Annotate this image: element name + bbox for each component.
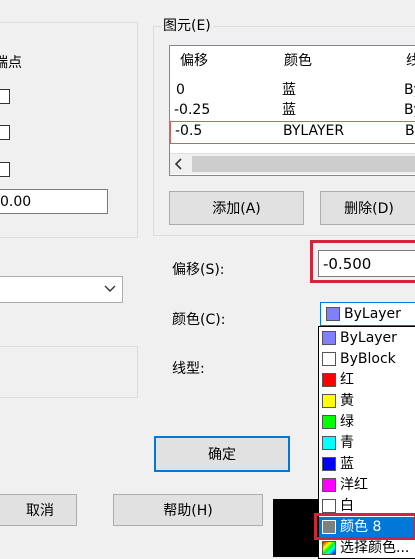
chevron-left-icon[interactable] bbox=[174, 157, 184, 175]
color-swatch bbox=[322, 373, 336, 387]
color-swatch bbox=[322, 331, 336, 345]
color-option-blue[interactable]: 蓝 bbox=[319, 454, 415, 475]
color-swatch bbox=[322, 436, 336, 450]
color-option-magenta[interactable]: 洋红 bbox=[319, 475, 415, 496]
left-dropdown[interactable] bbox=[0, 276, 123, 303]
color-option-byblock[interactable]: ByBlock bbox=[319, 349, 415, 370]
color-combo-value: ByLayer bbox=[344, 306, 401, 322]
color-option-cyan[interactable]: 青 bbox=[319, 433, 415, 454]
color-option-yellow[interactable]: 黄 bbox=[319, 391, 415, 412]
horizontal-scrollbar[interactable] bbox=[170, 153, 415, 174]
left-lower-group bbox=[0, 346, 138, 398]
scrollbar-thumb[interactable] bbox=[192, 156, 415, 172]
column-header-offset: 偏移 bbox=[180, 53, 208, 69]
color-option-green[interactable]: 绿 bbox=[319, 412, 415, 433]
table-row[interactable]: 0 蓝 By bbox=[170, 81, 415, 100]
endpoint-label: 端点 bbox=[0, 55, 22, 71]
left-value-field[interactable]: 0.00 bbox=[0, 189, 108, 214]
color-swatch bbox=[322, 415, 336, 429]
color-option-red[interactable]: 红 bbox=[319, 370, 415, 391]
checkbox-3[interactable] bbox=[0, 162, 10, 177]
list-header: 偏移 颜色 线 bbox=[170, 46, 415, 76]
table-row[interactable]: -0.25 蓝 By bbox=[170, 101, 415, 120]
ok-button[interactable]: 确定 bbox=[154, 436, 290, 472]
checkbox-1[interactable] bbox=[0, 89, 10, 104]
color-combo[interactable]: ByLayer bbox=[320, 302, 415, 326]
color-swatch bbox=[322, 394, 336, 408]
offset-label: 偏移(S): bbox=[172, 262, 225, 278]
table-row-selected[interactable]: -0.5 BYLAYER By bbox=[170, 121, 415, 144]
column-header-linetype: 线 bbox=[406, 46, 415, 76]
color-swatch bbox=[322, 457, 336, 471]
offset-value: -0.500 bbox=[323, 255, 372, 273]
delete-button[interactable]: 删除(D) bbox=[320, 191, 415, 225]
color-swatch bbox=[322, 499, 336, 513]
color-option-select-color[interactable]: 选择颜色... bbox=[319, 538, 415, 559]
linetype-label: 线型: bbox=[172, 361, 205, 377]
elements-list[interactable]: 偏移 颜色 线 0 蓝 By -0.25 蓝 By -0.5 BYLAYER B… bbox=[169, 45, 415, 176]
color-swatch bbox=[322, 352, 336, 366]
color8-highlight bbox=[314, 513, 415, 540]
color-swatch bbox=[326, 307, 340, 321]
help-button[interactable]: 帮助(H) bbox=[113, 494, 263, 526]
checkbox-2[interactable] bbox=[0, 125, 10, 140]
left-value-text: 0.00 bbox=[0, 194, 32, 210]
cancel-button[interactable]: 取消 bbox=[0, 494, 77, 526]
color-wheel-icon bbox=[322, 541, 336, 555]
column-header-color: 颜色 bbox=[284, 53, 312, 69]
add-button[interactable]: 添加(A) bbox=[169, 191, 304, 225]
elements-group-title: 图元(E) bbox=[161, 15, 213, 35]
color-label: 颜色(C): bbox=[172, 312, 226, 328]
chevron-down-icon bbox=[104, 280, 116, 302]
color-option-bylayer[interactable]: ByLayer bbox=[319, 328, 415, 349]
color-swatch bbox=[322, 478, 336, 492]
offset-input[interactable]: -0.500 bbox=[318, 250, 415, 277]
